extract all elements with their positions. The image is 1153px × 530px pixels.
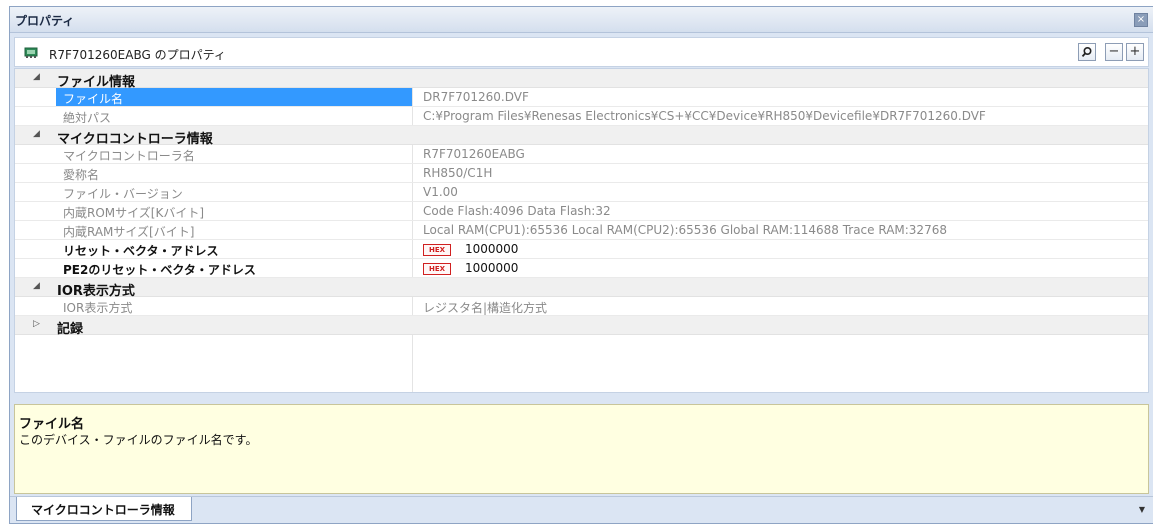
property-value: RH850/C1H <box>423 166 493 180</box>
property-value: DR7F701260.DVF <box>423 90 529 104</box>
microcontroller-icon <box>24 47 38 58</box>
property-value: Local RAM(CPU1):65536 Local RAM(CPU2):65… <box>423 223 947 237</box>
collapsed-toggle-icon[interactable]: ▷ <box>33 319 40 329</box>
hex-badge-icon: HEX <box>423 262 451 275</box>
property-row[interactable]: ファイル・バージョン V1.00 <box>15 183 1148 202</box>
property-row[interactable]: 愛称名 RH850/C1H <box>15 164 1148 183</box>
expand-toggle-icon[interactable]: ◢ <box>33 281 40 291</box>
hex-badge-icon: HEX <box>423 243 451 256</box>
close-panel-button[interactable]: × <box>1134 13 1148 27</box>
property-name: 内蔵ROMサイズ[Kバイト] <box>63 206 205 220</box>
description-area: ファイル名 このデバイス・ファイルのファイル名です。 <box>14 404 1149 494</box>
property-name: 絶対パス <box>63 111 112 125</box>
panel-titlebar: プロパティ × <box>10 7 1153 33</box>
property-row[interactable]: 絶対パス C:¥Program Files¥Renesas Electronic… <box>15 107 1148 126</box>
property-row[interactable]: IOR表示方式 レジスタ名|構造化方式 <box>15 297 1148 316</box>
property-name: IOR表示方式 <box>63 301 133 315</box>
property-grid: ◢ ファイル情報 ファイル名 DR7F701260.DVF 絶対パス C:¥Pr… <box>14 68 1149 393</box>
property-name: 愛称名 <box>63 168 100 182</box>
description-text: このデバイス・ファイルのファイル名です。 <box>19 433 258 447</box>
property-name: リセット・ベクタ・アドレス <box>63 244 219 258</box>
expand-toggle-icon[interactable]: ◢ <box>33 129 40 139</box>
search-button[interactable] <box>1078 43 1096 61</box>
property-value-cell[interactable]: HEX 1000000 <box>423 242 1142 256</box>
property-value: 1000000 <box>465 242 519 256</box>
property-row[interactable]: 内蔵ROMサイズ[Kバイト] Code Flash:4096 Data Flas… <box>15 202 1148 221</box>
property-value: 1000000 <box>465 261 519 275</box>
expand-toggle-icon[interactable]: ◢ <box>33 72 40 82</box>
category-file-info[interactable]: ◢ ファイル情報 <box>15 69 1148 90</box>
property-panel: プロパティ × R7F701260EABG のプロパティ − + ◢ ファイル情… <box>9 6 1153 524</box>
search-icon <box>1081 46 1092 58</box>
category-label: 記録 <box>57 322 84 337</box>
tab-microcontroller-info[interactable]: マイクロコントローラ情報 <box>16 497 192 521</box>
property-value-cell[interactable]: HEX 1000000 <box>423 261 1142 275</box>
property-name: PE2のリセット・ベクタ・アドレス <box>63 263 256 277</box>
property-row[interactable]: ファイル名 DR7F701260.DVF <box>15 88 1148 107</box>
property-name: 内蔵RAMサイズ[バイト] <box>63 225 195 239</box>
object-bar: R7F701260EABG のプロパティ − + <box>14 37 1149 67</box>
property-row[interactable]: マイクロコントローラ名 R7F701260EABG <box>15 145 1148 164</box>
expand-all-button[interactable]: + <box>1126 43 1144 61</box>
property-value: V1.00 <box>423 185 458 199</box>
property-name: ファイル・バージョン <box>63 187 183 201</box>
category-ior-display[interactable]: ◢ IOR表示方式 <box>15 278 1148 299</box>
tab-menu-dropdown-icon[interactable]: ▼ <box>1139 505 1145 514</box>
property-name: マイクロコントローラ名 <box>63 149 195 163</box>
property-value: Code Flash:4096 Data Flash:32 <box>423 204 611 218</box>
object-label: R7F701260EABG のプロパティ <box>49 48 226 62</box>
collapse-all-button[interactable]: − <box>1105 43 1123 61</box>
property-value: R7F701260EABG <box>423 147 525 161</box>
property-row[interactable]: PE2のリセット・ベクタ・アドレス HEX 1000000 <box>15 259 1148 278</box>
property-value: C:¥Program Files¥Renesas Electronics¥CS+… <box>423 109 986 123</box>
tab-bar: マイクロコントローラ情報 ▼ <box>10 496 1153 523</box>
property-row[interactable]: 内蔵RAMサイズ[バイト] Local RAM(CPU1):65536 Loca… <box>15 221 1148 240</box>
description-title: ファイル名 <box>19 417 85 432</box>
property-value: レジスタ名|構造化方式 <box>423 301 548 315</box>
panel-title: プロパティ <box>15 14 75 28</box>
category-record[interactable]: ▷ 記録 <box>15 316 1148 337</box>
property-name: ファイル名 <box>56 88 412 106</box>
property-row[interactable]: リセット・ベクタ・アドレス HEX 1000000 <box>15 240 1148 259</box>
category-microcontroller-info[interactable]: ◢ マイクロコントローラ情報 <box>15 126 1148 147</box>
